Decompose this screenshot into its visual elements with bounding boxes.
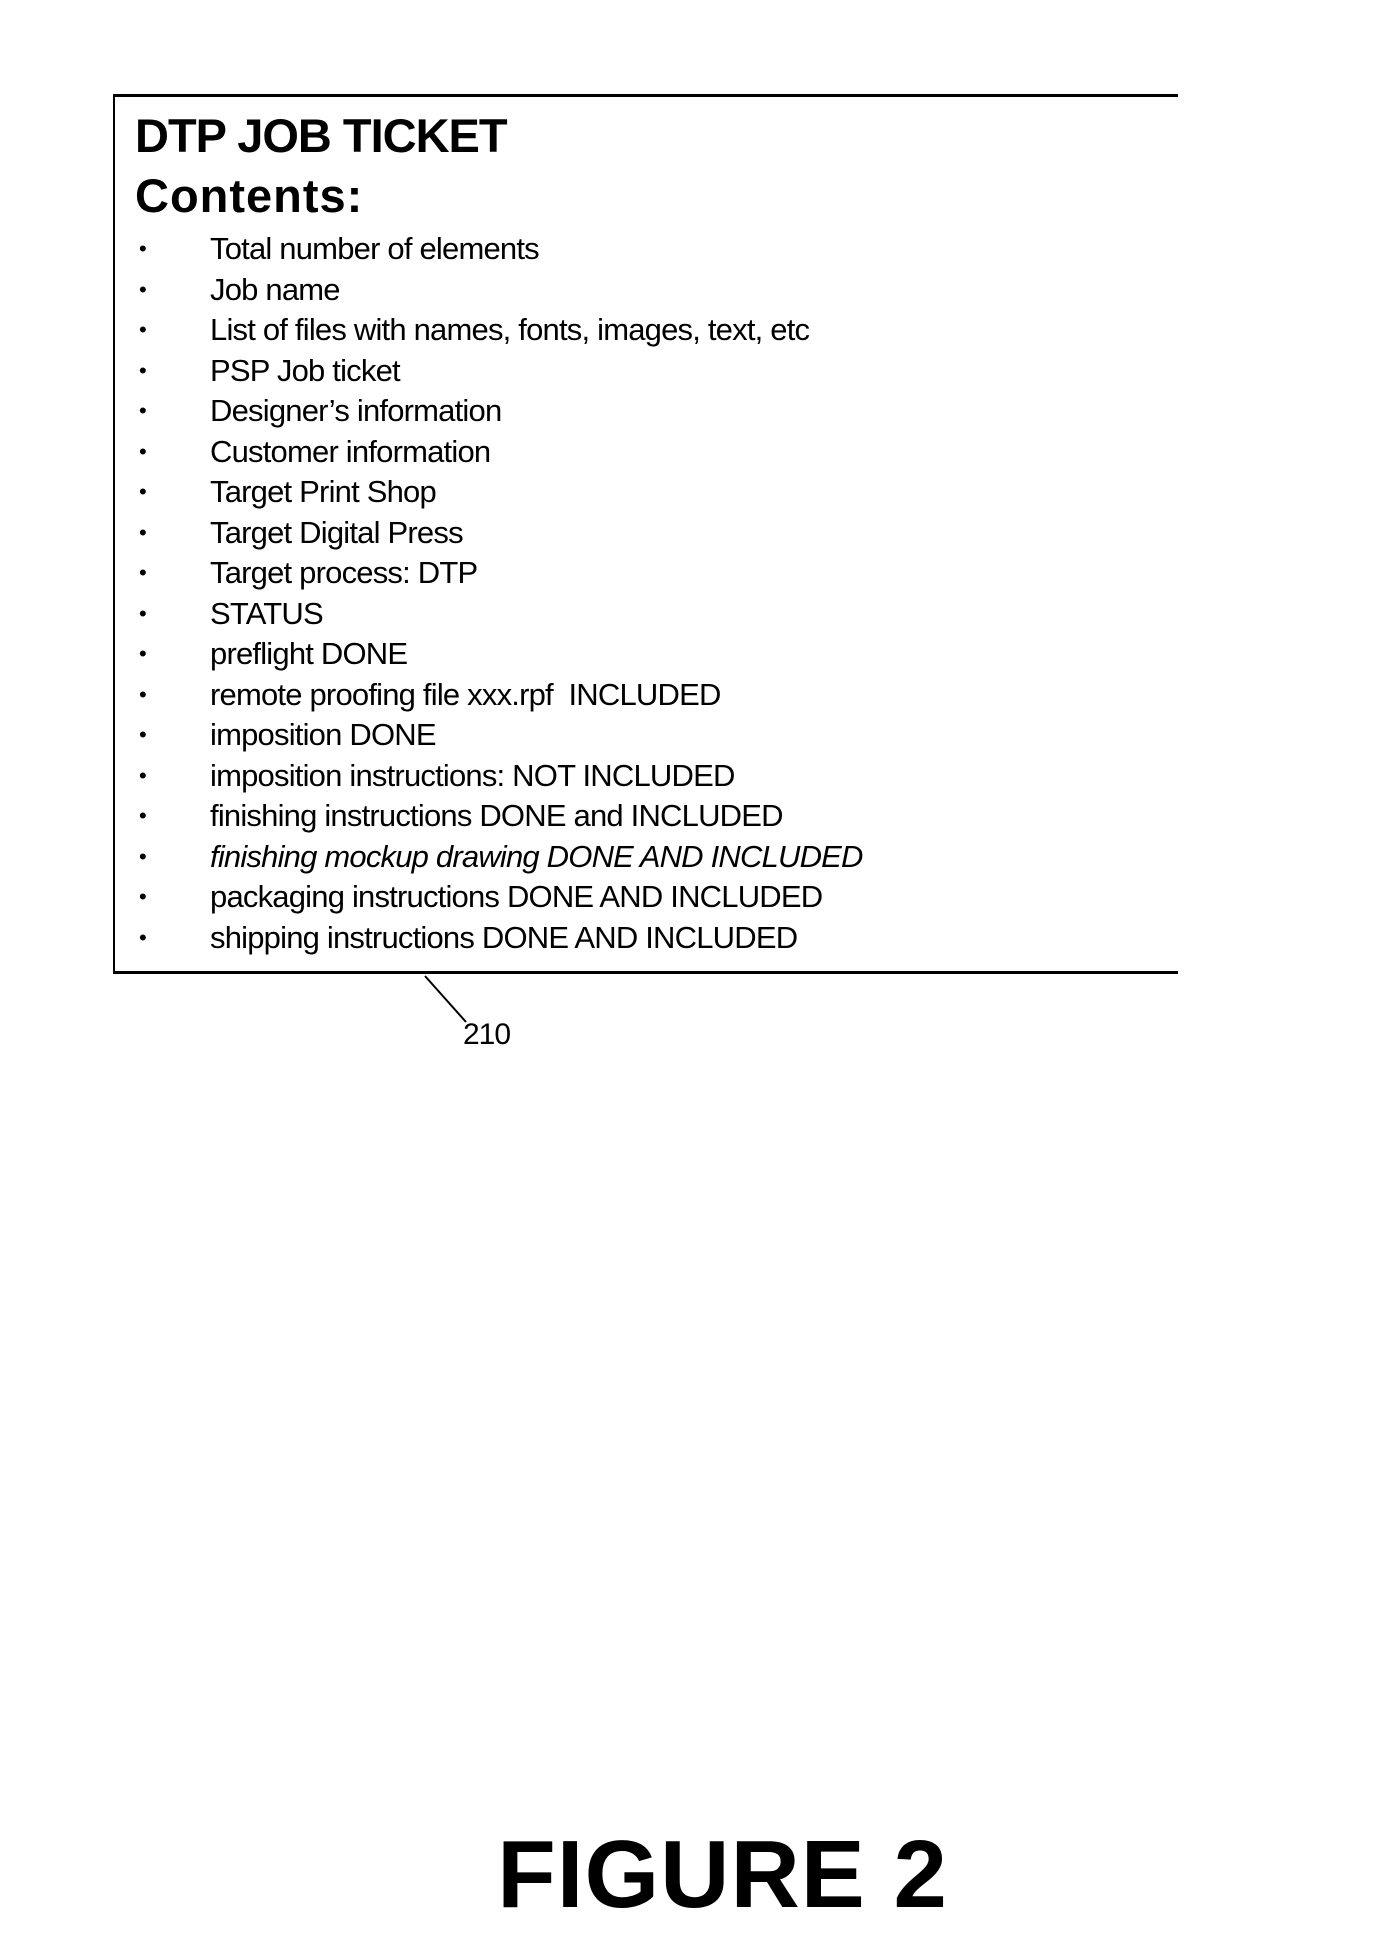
figure-caption: FIGURE 2 <box>497 1821 948 1928</box>
reference-leader-line <box>424 975 467 1023</box>
reference-numeral: 210 <box>463 1018 511 1051</box>
leader-line <box>424 975 467 1023</box>
